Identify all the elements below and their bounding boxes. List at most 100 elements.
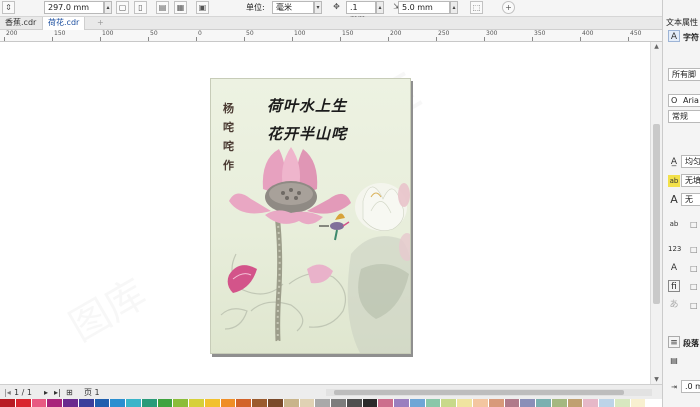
units-select[interactable]: 毫米: [272, 1, 314, 14]
stylistic-icon[interactable]: あ: [668, 299, 680, 311]
color-swatch[interactable]: [126, 399, 142, 407]
color-swatch[interactable]: [220, 399, 237, 407]
color-swatch[interactable]: [646, 399, 663, 407]
color-swatch[interactable]: [551, 399, 568, 407]
superscript-toggle-icon[interactable]: □: [690, 264, 698, 273]
new-tab-button[interactable]: +: [92, 17, 109, 30]
numerals-toggle-icon[interactable]: □: [690, 245, 698, 254]
script-select[interactable]: 所有脚: [668, 68, 700, 81]
page-options-button[interactable]: ▣: [196, 1, 209, 14]
duplicate-distance-input[interactable]: 5.0 mm: [398, 1, 450, 14]
nudge-input[interactable]: .1 mm: [346, 1, 376, 23]
color-swatch[interactable]: [47, 399, 64, 407]
color-swatch[interactable]: [409, 399, 426, 407]
color-swatch[interactable]: [394, 399, 410, 407]
drawing-canvas[interactable]: 图库 图库: [0, 42, 650, 384]
author-signature: 杨 咤 咤 作: [223, 102, 235, 172]
color-swatch[interactable]: [63, 399, 79, 407]
treat-as-filled-button[interactable]: ⬚: [470, 1, 483, 14]
color-swatch[interactable]: [110, 399, 127, 407]
height-input[interactable]: 297.0 mm: [44, 1, 104, 14]
color-swatch[interactable]: [141, 399, 158, 407]
all-pages-button[interactable]: ▤: [156, 1, 169, 14]
color-swatch[interactable]: [252, 399, 269, 407]
character-header[interactable]: 字符: [683, 32, 699, 43]
ruler-tick-label: 100: [294, 30, 306, 37]
color-swatch[interactable]: [283, 399, 300, 407]
horizontal-ruler[interactable]: 200 150 100 50 0 50 100 150 200 250 300 350 400 450: [0, 30, 662, 42]
underline-select[interactable]: 均匀: [681, 155, 700, 168]
last-page-icon[interactable]: ▸|: [54, 388, 61, 397]
color-swatch[interactable]: [378, 399, 395, 407]
ruler-tick-mark: [4, 37, 5, 41]
color-swatch[interactable]: [268, 399, 284, 407]
color-swatch[interactable]: [15, 399, 32, 407]
nudge-spinner[interactable]: ▴: [376, 1, 384, 14]
tab-banana[interactable]: 香蕉.cdr: [0, 17, 41, 30]
font-type-icon: O: [671, 96, 678, 105]
height-spinner[interactable]: ▴: [104, 1, 112, 14]
current-page-button[interactable]: ▦: [174, 1, 187, 14]
indent-icon: ⇥: [671, 383, 677, 391]
first-page-icon[interactable]: |◂: [4, 388, 11, 397]
kerning-icon[interactable]: ab: [668, 218, 680, 230]
portrait-button[interactable]: ▯: [134, 1, 147, 14]
lock-ratio-button[interactable]: ▢: [116, 1, 129, 14]
page-tab[interactable]: 页 1: [84, 388, 100, 397]
color-swatch[interactable]: [346, 399, 363, 407]
color-swatch[interactable]: [472, 399, 489, 407]
duplicate-spinner[interactable]: ▴: [450, 1, 458, 14]
color-swatch[interactable]: [488, 399, 505, 407]
add-page-icon[interactable]: ⊞: [66, 388, 73, 397]
color-swatch[interactable]: [94, 399, 111, 407]
color-swatch[interactable]: [599, 399, 615, 407]
color-swatch[interactable]: [583, 399, 600, 407]
color-swatch[interactable]: [189, 399, 205, 407]
color-swatch[interactable]: [362, 399, 379, 407]
color-swatch[interactable]: [331, 399, 347, 407]
fill-select[interactable]: 无填: [681, 174, 700, 187]
text-icon[interactable]: A: [668, 30, 680, 42]
vertical-scroll-thumb[interactable]: [653, 124, 660, 304]
paragraph-header[interactable]: 段落: [683, 338, 699, 349]
color-swatch[interactable]: [567, 399, 584, 407]
scroll-down-arrow[interactable]: ▼: [652, 376, 661, 383]
color-swatch[interactable]: [520, 399, 537, 407]
color-swatch[interactable]: [299, 399, 316, 407]
color-swatch[interactable]: [0, 399, 16, 407]
indent-input[interactable]: .0 m: [681, 380, 700, 393]
color-swatch[interactable]: [630, 399, 647, 407]
color-swatch[interactable]: [204, 399, 221, 407]
color-swatch[interactable]: [157, 399, 174, 407]
font-style-select[interactable]: 常规: [668, 110, 700, 123]
color-swatch[interactable]: [236, 399, 253, 407]
kerning-toggle-icon[interactable]: □: [690, 220, 698, 229]
color-swatch[interactable]: [536, 399, 552, 407]
color-swatch[interactable]: [614, 399, 631, 407]
color-swatch[interactable]: [315, 399, 332, 407]
next-page-icon[interactable]: ▸: [44, 388, 48, 397]
color-swatch[interactable]: [31, 399, 48, 407]
color-swatch[interactable]: [457, 399, 473, 407]
numerals-icon[interactable]: 123: [668, 243, 681, 255]
color-swatch[interactable]: [78, 399, 95, 407]
ligature-toggle-icon[interactable]: □: [690, 282, 698, 291]
scroll-up-arrow[interactable]: ▲: [652, 43, 661, 50]
horizontal-scrollbar[interactable]: [326, 389, 652, 396]
add-button[interactable]: +: [502, 1, 515, 14]
ligature-icon[interactable]: fi: [668, 280, 680, 292]
outline-select[interactable]: 无: [681, 193, 700, 206]
stylistic-toggle-icon[interactable]: □: [690, 301, 698, 310]
horizontal-scroll-thumb[interactable]: [334, 390, 624, 395]
poster-page[interactable]: 杨 咤 咤 作 荷叶水上生 花开半山咤: [210, 78, 411, 354]
color-swatch[interactable]: [441, 399, 458, 407]
color-swatch[interactable]: [504, 399, 521, 407]
units-dropdown-arrow[interactable]: ▾: [314, 1, 322, 14]
align-icon[interactable]: ▤: [668, 355, 680, 367]
tab-lotus[interactable]: 荷花.cdr: [42, 17, 86, 30]
superscript-icon[interactable]: A: [668, 262, 680, 274]
vertical-scrollbar[interactable]: ▲ ▼: [650, 42, 662, 384]
color-swatch[interactable]: [173, 399, 190, 407]
color-swatch[interactable]: [425, 399, 442, 407]
paragraph-icon[interactable]: ≡: [668, 336, 680, 348]
